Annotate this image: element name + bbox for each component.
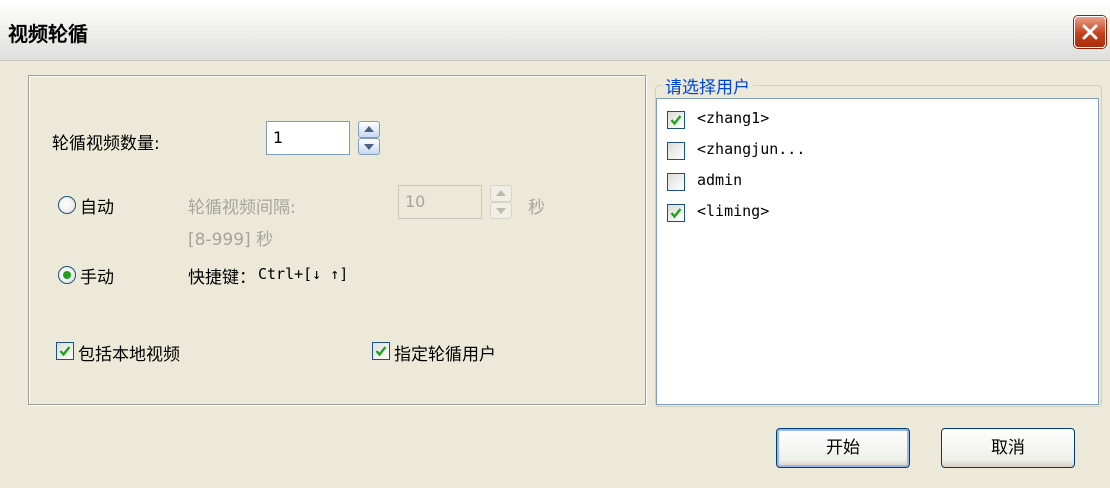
specify-users-label: 指定轮循用户 bbox=[394, 345, 496, 365]
count-spin-up-button[interactable] bbox=[358, 121, 380, 138]
manual-radio[interactable] bbox=[58, 266, 76, 284]
count-input[interactable]: 1 bbox=[266, 121, 350, 155]
arrow-up-icon bbox=[364, 126, 374, 132]
check-icon bbox=[670, 208, 682, 219]
user-checkbox[interactable] bbox=[667, 142, 685, 160]
title-bar: 视频轮循 bbox=[0, 0, 1110, 61]
cancel-button[interactable]: 取消 bbox=[941, 428, 1075, 468]
count-spinner[interactable] bbox=[358, 121, 380, 155]
user-checkbox[interactable] bbox=[667, 111, 685, 129]
interval-spin-down-button[interactable] bbox=[490, 202, 512, 219]
arrow-up-icon bbox=[496, 190, 506, 196]
auto-label: 自动 bbox=[80, 198, 114, 218]
user-name: admin bbox=[697, 171, 743, 189]
hotkey-value: Ctrl+[↓ ↑] bbox=[258, 265, 349, 283]
auto-radio[interactable] bbox=[58, 196, 76, 214]
include-local-checkbox[interactable] bbox=[56, 342, 74, 360]
user-checkbox[interactable] bbox=[667, 204, 685, 222]
arrow-down-icon bbox=[364, 144, 374, 150]
user-checkbox[interactable] bbox=[667, 173, 685, 191]
check-icon bbox=[59, 346, 71, 357]
close-icon bbox=[1082, 24, 1098, 40]
check-icon bbox=[670, 115, 682, 126]
count-value: 1 bbox=[273, 128, 284, 147]
interval-unit: 秒 bbox=[528, 198, 545, 218]
count-spin-down-button[interactable] bbox=[358, 138, 380, 155]
manual-label: 手动 bbox=[80, 268, 114, 288]
user-group-title: 请选择用户 bbox=[662, 73, 753, 98]
window-title: 视频轮循 bbox=[8, 22, 88, 46]
interval-range-hint: [8-999] 秒 bbox=[188, 230, 274, 250]
user-name: <zhang1> bbox=[697, 109, 770, 127]
user-list[interactable]: <zhang1> <zhangjun... admin <liming> bbox=[656, 98, 1099, 405]
count-label: 轮循视频数量: bbox=[52, 134, 160, 154]
interval-input[interactable]: 10 bbox=[398, 185, 482, 219]
user-name: <zhangjun... bbox=[697, 140, 806, 158]
interval-value: 10 bbox=[405, 192, 426, 211]
close-button[interactable] bbox=[1074, 16, 1106, 48]
specify-users-checkbox[interactable] bbox=[372, 342, 390, 360]
interval-spinner[interactable] bbox=[490, 185, 512, 219]
check-icon bbox=[375, 346, 387, 357]
radio-selected-dot bbox=[63, 271, 71, 279]
user-name: <liming> bbox=[697, 202, 770, 220]
hotkey-label: 快捷键： bbox=[188, 268, 256, 288]
interval-spin-up-button[interactable] bbox=[490, 185, 512, 202]
arrow-down-icon bbox=[496, 208, 506, 214]
interval-label: 轮循视频间隔: bbox=[188, 198, 296, 218]
start-button[interactable]: 开始 bbox=[776, 428, 910, 468]
include-local-label: 包括本地视频 bbox=[78, 345, 180, 365]
